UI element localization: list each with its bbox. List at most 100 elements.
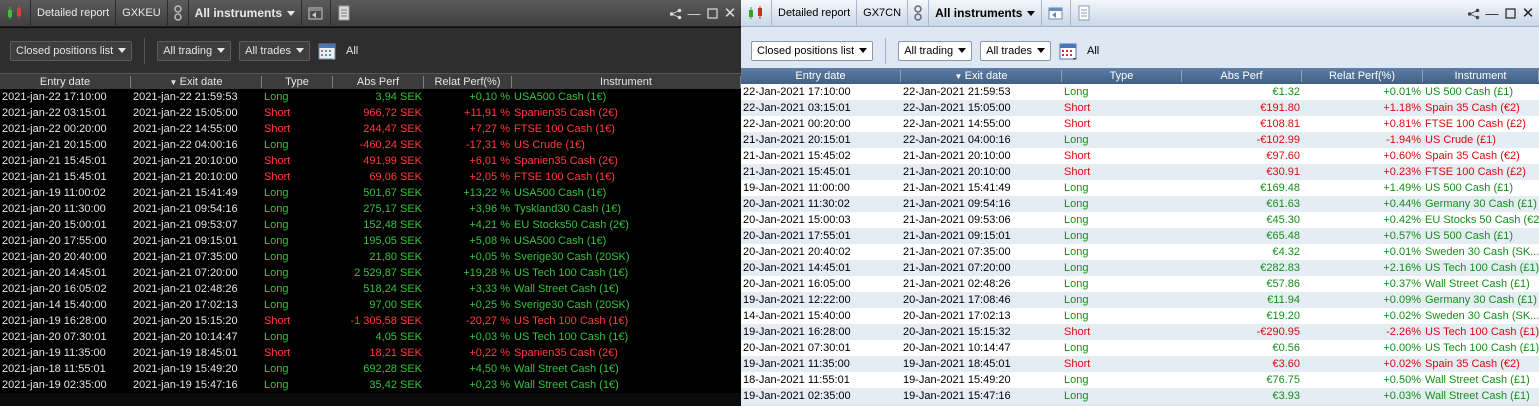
column-header-relat-perf[interactable]: Relat Perf(%) [424,75,512,88]
column-header-instrument[interactable]: Instrument [1423,70,1539,82]
table-row[interactable]: 2021-jan-20 15:00:01 2021-jan-21 09:53:07… [0,217,741,233]
document-icon[interactable] [1071,0,1097,27]
cell-instrument: FTSE 100 Cash (£2) [1425,118,1526,130]
table-row[interactable]: 19-Jan-2021 16:28:00 20-Jan-2021 15:15:32… [741,324,1539,340]
cell-exit-date: 2021-jan-19 18:45:01 [133,347,238,359]
share-icon[interactable] [1467,7,1481,21]
table-row[interactable]: 2021-jan-20 20:40:00 2021-jan-21 07:35:00… [0,249,741,265]
table-row[interactable]: 2021-jan-20 14:45:01 2021-jan-21 07:20:00… [0,265,741,281]
maximize-icon[interactable] [705,7,719,21]
table-row[interactable]: 2021-jan-22 03:15:01 2021-jan-22 15:05:00… [0,105,741,121]
new-window-icon[interactable] [1042,0,1072,27]
trades-label: All trades [245,44,291,57]
exit-date-header-label: Exit date [179,75,223,88]
instrument-filter-dropdown[interactable]: All instruments [929,0,1043,27]
table-row[interactable]: 20-Jan-2021 07:30:01 20-Jan-2021 10:14:47… [741,340,1539,356]
minimize-icon[interactable]: — [687,7,701,21]
table-row[interactable]: 18-Jan-2021 11:55:01 19-Jan-2021 15:49:20… [741,372,1539,388]
table-row[interactable]: 21-Jan-2021 15:45:02 21-Jan-2021 20:10:00… [741,148,1539,164]
table-row[interactable]: 19-Jan-2021 11:35:00 19-Jan-2021 18:45:01… [741,356,1539,372]
column-header-relat-perf[interactable]: Relat Perf(%) [1302,70,1423,82]
positions-list-select[interactable]: Closed positions list [751,40,874,61]
cell-entry-date: 2021-jan-20 11:30:00 [2,203,106,215]
table-row[interactable]: 20-Jan-2021 17:55:01 21-Jan-2021 09:15:01… [741,228,1539,244]
trades-select[interactable]: All trades [239,40,310,61]
link-chain-icon[interactable] [908,0,930,27]
table-row[interactable]: 19-Jan-2021 11:00:00 21-Jan-2021 15:41:49… [741,180,1539,196]
table-row[interactable]: 20-Jan-2021 16:05:00 21-Jan-2021 02:48:26… [741,276,1539,292]
table-row[interactable]: 2021-jan-21 20:15:00 2021-jan-22 04:00:16… [0,137,741,153]
account-id[interactable]: GX7CN [857,0,909,27]
instrument-filter-dropdown[interactable]: All instruments [189,0,303,27]
table-row[interactable]: 21-Jan-2021 20:15:01 22-Jan-2021 04:00:16… [741,132,1539,148]
cell-relat-perf: +3,33 % [469,283,510,295]
table-row[interactable]: 2021-jan-20 16:05:02 2021-jan-21 02:48:26… [0,281,741,297]
column-header-abs-perf[interactable]: Abs Perf [333,75,424,88]
column-header-type[interactable]: Type [262,75,333,88]
table-row[interactable]: 2021-jan-19 02:35:00 2021-jan-19 15:47:16… [0,377,741,393]
table-row[interactable]: 19-Jan-2021 12:22:00 20-Jan-2021 17:08:46… [741,292,1539,308]
document-icon[interactable] [331,0,357,27]
cell-abs-perf: €1.32 [1272,86,1300,98]
cell-instrument: US Crude (1€) [514,139,585,151]
table-row[interactable]: 22-Jan-2021 00:20:00 22-Jan-2021 14:55:00… [741,116,1539,132]
cell-type: Short [1064,166,1091,178]
table-row[interactable]: 20-Jan-2021 11:30:02 21-Jan-2021 09:54:16… [741,196,1539,212]
table-row[interactable]: 2021-jan-20 07:30:01 2021-jan-20 10:14:47… [0,329,741,345]
calendar-icon[interactable] [318,41,338,61]
link-chain-icon[interactable] [168,0,189,27]
table-row[interactable]: 14-Jan-2021 15:40:00 20-Jan-2021 17:02:13… [741,308,1539,324]
minimize-icon[interactable]: — [1485,7,1499,21]
cell-exit-date: 2021-jan-22 14:55:00 [133,123,238,135]
table-row[interactable]: 2021-jan-22 00:20:00 2021-jan-22 14:55:00… [0,121,741,137]
cell-entry-date: 2021-jan-21 15:45:01 [2,155,107,167]
cell-abs-perf: 18,21 SEK [369,347,422,359]
maximize-icon[interactable] [1503,7,1517,21]
trading-select[interactable]: All trading [157,40,232,61]
trading-select[interactable]: All trading [898,40,973,61]
cell-type: Long [1064,390,1089,402]
column-header-abs-perf[interactable]: Abs Perf [1182,70,1302,82]
table-row[interactable]: 2021-jan-22 17:10:00 2021-jan-22 21:59:53… [0,89,741,105]
close-icon[interactable]: ✕ [723,6,737,21]
table-row[interactable]: 2021-jan-20 17:55:00 2021-jan-21 09:15:01… [0,233,741,249]
share-icon[interactable] [669,7,683,21]
table-row[interactable]: 21-Jan-2021 15:45:01 21-Jan-2021 20:10:00… [741,164,1539,180]
cell-instrument: Wall Street Cash (£1) [1425,374,1530,386]
column-header-instrument[interactable]: Instrument [512,75,741,88]
table-row[interactable]: 2021-jan-19 11:35:00 2021-jan-19 18:45:01… [0,345,741,361]
table-row[interactable]: 2021-jan-21 15:45:01 2021-jan-21 20:10:00… [0,169,741,185]
cell-exit-date: 2021-jan-19 15:49:20 [133,363,238,375]
close-icon[interactable]: ✕ [1521,6,1535,21]
table-row[interactable]: 22-Jan-2021 03:15:01 22-Jan-2021 15:05:00… [741,100,1539,116]
cell-entry-date: 2021-jan-20 17:55:00 [2,235,107,247]
column-header-entry-date[interactable]: Entry date [741,70,901,82]
table-row[interactable]: 2021-jan-21 15:45:01 2021-jan-21 20:10:00… [0,153,741,169]
table-row[interactable]: 19-Jan-2021 02:35:00 19-Jan-2021 15:47:16… [741,388,1539,404]
column-header-exit-date[interactable]: ▼ Exit date [131,75,262,88]
cell-type: Long [264,299,289,311]
table-row[interactable]: 2021-jan-20 11:30:00 2021-jan-21 09:54:16… [0,201,741,217]
cell-type: Long [264,91,289,103]
cell-relat-perf: +0.60% [1383,150,1421,162]
positions-list-select[interactable]: Closed positions list [10,40,133,61]
trades-select[interactable]: All trades [980,40,1051,61]
cell-type: Short [264,155,291,167]
table-row[interactable]: 20-Jan-2021 14:45:01 21-Jan-2021 07:20:00… [741,260,1539,276]
cell-abs-perf: -€290.95 [1256,326,1300,338]
table-row[interactable]: 20-Jan-2021 15:00:03 21-Jan-2021 09:53:06… [741,212,1539,228]
table-row[interactable]: 2021-jan-14 15:40:00 2021-jan-20 17:02:13… [0,297,741,313]
table-row[interactable]: 22-Jan-2021 17:10:00 22-Jan-2021 21:59:53… [741,84,1539,100]
table-row[interactable]: 20-Jan-2021 20:40:02 21-Jan-2021 07:35:00… [741,244,1539,260]
column-header-type[interactable]: Type [1062,70,1182,82]
table-row[interactable]: 2021-jan-19 11:00:02 2021-jan-21 15:41:49… [0,185,741,201]
new-window-icon[interactable] [302,0,332,27]
column-header-exit-date[interactable]: ▼ Exit date [901,70,1062,82]
account-id[interactable]: GXKEU [116,0,168,27]
cell-entry-date: 2021-jan-21 15:45:01 [2,171,107,183]
calendar-icon[interactable] [1059,41,1079,61]
table-row[interactable]: 2021-jan-19 16:28:00 2021-jan-20 15:15:20… [0,313,741,329]
table-row[interactable]: 2021-jan-18 11:55:01 2021-jan-19 15:49:20… [0,361,741,377]
column-header-entry-date[interactable]: Entry date [0,75,131,88]
candlestick-icon [741,0,772,27]
